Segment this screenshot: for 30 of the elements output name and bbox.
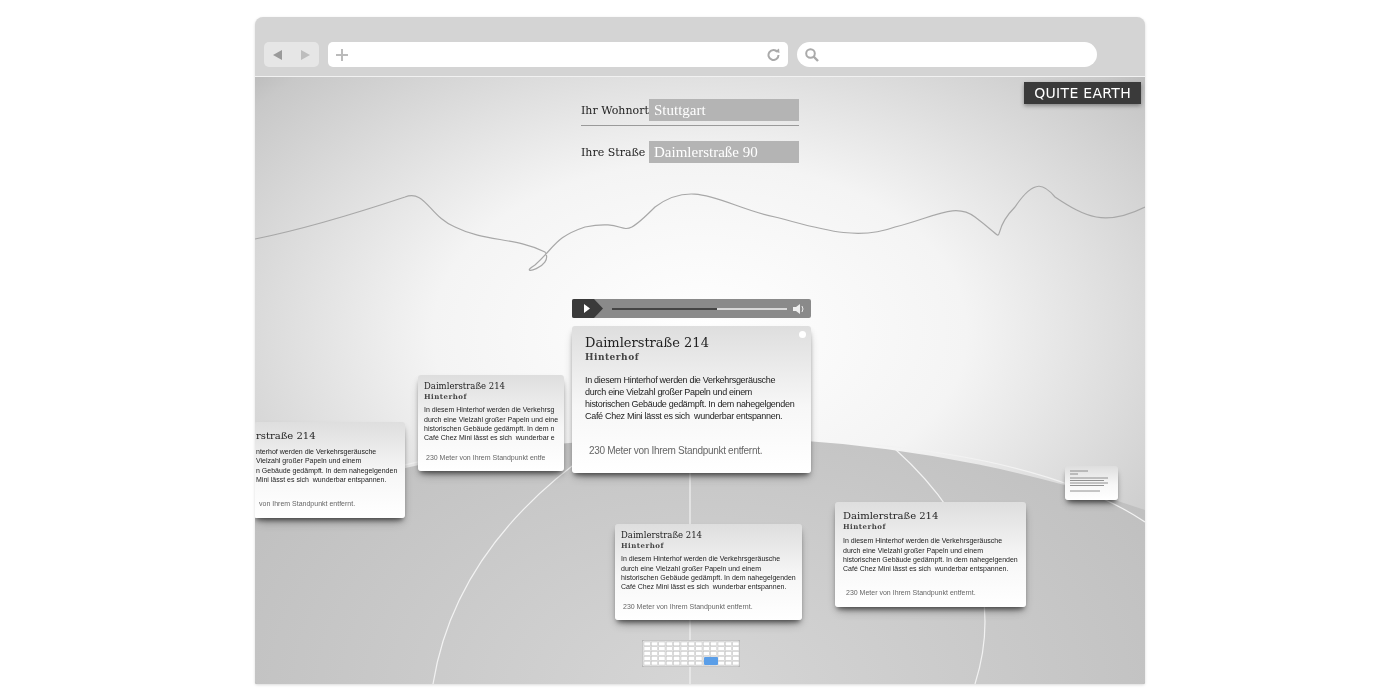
field-label: Ihr Wohnort bbox=[581, 103, 649, 117]
location-card[interactable] bbox=[418, 375, 565, 471]
navigation-buttons[interactable] bbox=[264, 42, 319, 67]
keyboard-icon[interactable] bbox=[642, 640, 740, 667]
location-card[interactable] bbox=[615, 524, 802, 620]
logo[interactable]: QUITE EARTH bbox=[1024, 82, 1141, 104]
card-description: In diesem Hinterhof werden die Verkehrsgeräusche durch eine Vielzahl großer Papeln und einem historischen Gebäude gedämpft. In dem nahegelgenden Café Chez Mini lässt es sich wunderbar entspannen. bbox=[585, 373, 795, 423]
search-icon bbox=[805, 47, 819, 62]
card-title: Daimlerstraße 214 bbox=[621, 530, 702, 542]
volume-icon[interactable] bbox=[793, 303, 805, 314]
card-title: Daimlerstraße 214 bbox=[843, 509, 939, 522]
distance-text: 230 Meter von Ihrem Standpunkt entfernt. bbox=[589, 444, 763, 458]
plus-icon[interactable] bbox=[336, 48, 348, 61]
back-icon[interactable] bbox=[273, 49, 283, 60]
text-lines-drawing bbox=[1070, 470, 1110, 492]
search-field[interactable] bbox=[797, 42, 1097, 67]
card-thumbnail[interactable] bbox=[1065, 466, 1118, 500]
reload-icon[interactable] bbox=[767, 48, 780, 61]
location-card[interactable] bbox=[572, 326, 811, 473]
audio-player[interactable] bbox=[572, 299, 811, 318]
card-title: rstraße 214 bbox=[256, 429, 316, 442]
card-title: Daimlerstraße 214 bbox=[585, 335, 709, 352]
field-label: Ihre Straße bbox=[581, 145, 647, 159]
card-subtitle: Hinterhof bbox=[585, 351, 639, 364]
location-card[interactable] bbox=[835, 502, 1026, 607]
card-title: Daimlerstraße 214 bbox=[424, 381, 505, 393]
forward-icon[interactable] bbox=[300, 49, 310, 60]
status-dot bbox=[799, 331, 806, 338]
play-button[interactable] bbox=[572, 299, 604, 318]
progress-track[interactable] bbox=[612, 307, 787, 310]
